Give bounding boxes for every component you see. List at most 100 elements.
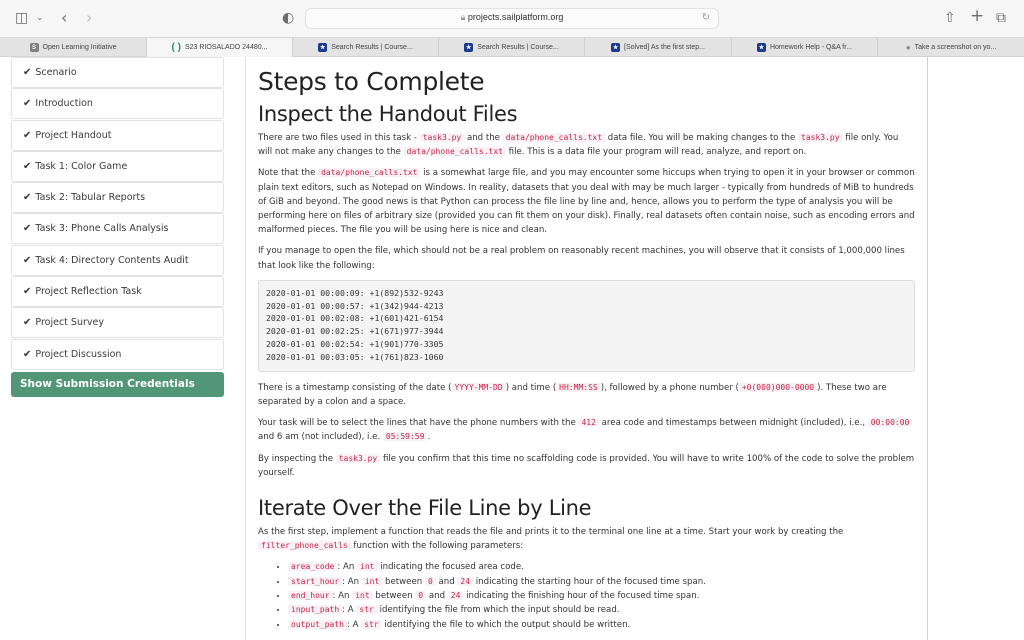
param-name: end_hour [288, 591, 333, 601]
sidebar-item-scenario[interactable]: ✔ Scenario [11, 57, 224, 88]
section-heading-iterate: Iterate Over the File Line by Line [258, 496, 592, 521]
sidebar-item-survey[interactable]: ✔ Project Survey [11, 307, 224, 339]
lock-icon: 🔒︎ [460, 12, 468, 22]
sidebar-item-label: Project Handout [35, 129, 112, 141]
param-type: str [361, 619, 382, 629]
inline-code: 412 [578, 418, 599, 428]
coursehero-icon: ★ [611, 43, 621, 52]
sidebar-item-label: Task 2: Tabular Reports [35, 192, 146, 204]
section-heading-inspect: Inspect the Handout Files [258, 102, 518, 126]
tab-solved[interactable]: ★ [Solved] As the first step... [585, 38, 732, 57]
sidebar-item-reflection[interactable]: ✔ Project Reflection Task [11, 276, 224, 308]
code-line: 2020-01-01 00:02:08: +1(601)421-6154 [266, 313, 444, 324]
checkmark-icon: ✔ [23, 67, 32, 78]
tab-label: Homework Help - Q&A fr... [769, 44, 853, 51]
back-icon[interactable]: ‹ [61, 9, 67, 27]
sidebar-item-label: Introduction [35, 98, 93, 110]
text: and [435, 576, 458, 587]
sidebar-item-label: Project Discussion [35, 348, 122, 360]
text: : An [337, 562, 358, 573]
tab-label: Search Results | Course... [331, 44, 413, 51]
paragraph-first-step: As the first step, implement a function … [258, 525, 915, 553]
paragraph-files: There are two files used in this task - … [258, 131, 915, 159]
text: indicating the starting hour of the focu… [473, 576, 706, 587]
parameter-list: area_code: An int indicating the focused… [288, 560, 915, 631]
tab-label: Search Results | Course... [477, 44, 559, 51]
text: data file. You will be making changes to… [605, 133, 799, 143]
new-tab-icon[interactable]: + [970, 7, 984, 25]
text: and the [464, 133, 503, 143]
param-type: int [352, 591, 373, 601]
paragraph-timestamp: There is a timestamp consisting of the d… [258, 381, 915, 409]
tab-overview-icon[interactable]: ⧉ [996, 9, 1006, 27]
list-item: input_path: A str identifying the file f… [288, 603, 915, 617]
sidebar-item-discussion[interactable]: ✔ Project Discussion [11, 338, 224, 370]
address-bar[interactable]: 🔒︎ projects.sailplatform.org ↻ [305, 8, 719, 29]
param-type: int [361, 576, 383, 586]
inline-code: +0(000)000-0000 [738, 382, 818, 392]
tab-label: [Solved] As the first step... [624, 44, 705, 51]
param-type: int [357, 562, 378, 572]
coursehero-icon: ★ [756, 43, 766, 52]
text: By inspecting the [258, 453, 336, 464]
list-item: area_code: An int indicating the focused… [288, 560, 915, 574]
tab-screenshot[interactable]: ● Take a screenshot on yo... [878, 38, 1024, 57]
sidebar-item-task3[interactable]: ✔ Task 3: Phone Calls Analysis [11, 213, 224, 245]
main-content: Steps to Complete Inspect the Handout Fi… [245, 57, 928, 640]
inline-code: data/phone_calls.txt [502, 133, 606, 142]
sidebar-item-task4[interactable]: ✔ Task 4: Directory Contents Audit [11, 244, 224, 276]
checkmark-icon: ✔ [23, 192, 32, 204]
inline-code: YYYY-MM-DD [451, 382, 506, 392]
sidebar-item-label: Project Survey [35, 317, 104, 329]
text: between [372, 591, 416, 602]
inline-code: filter_phone_calls [258, 541, 351, 551]
tab-open-learning[interactable]: S Open Learning Initiative [0, 38, 147, 57]
inline-code: task3.py [798, 133, 843, 142]
param-name: start_hour [288, 576, 343, 586]
text: : A [342, 605, 357, 616]
sidebar-item-label: Project Reflection Task [35, 286, 142, 298]
code-line: 2020-01-01 00:00:57: +1(342)944-4213 [266, 300, 444, 311]
privacy-shield-icon[interactable]: ◐ [282, 9, 294, 27]
text: indicating the focused area code. [377, 562, 524, 573]
reload-icon[interactable]: ↻ [702, 12, 710, 23]
list-item: output_path: A str identifying the file … [288, 618, 915, 632]
text: between [382, 576, 425, 587]
text: indicating the finishing hour of the foc… [463, 591, 700, 602]
sidebar-item-project-handout[interactable]: ✔ Project Handout [11, 119, 224, 151]
share-icon[interactable]: ⇧ [944, 9, 956, 27]
sidebar-toggle-icon[interactable]: ◫ [15, 9, 28, 27]
sidebar-item-label: Task 3: Phone Calls Analysis [35, 223, 169, 235]
inline-code: data/phone_calls.txt [318, 168, 421, 178]
text: : An [342, 576, 362, 587]
checkmark-icon: ✔ [23, 286, 32, 298]
tab-riosalado[interactable]: ( ) S23 RIOSALADO 24480... [147, 38, 293, 57]
parenthesis-icon: ( ) [171, 42, 181, 53]
tab-search-results-1[interactable]: ★ Search Results | Course... [293, 38, 439, 57]
text: identifying the file from which the inpu… [376, 605, 620, 616]
text: ), followed by a phone number ( [600, 382, 739, 393]
text: file. This is a data file your program w… [505, 147, 807, 158]
inline-code: data/phone_calls.txt [403, 147, 506, 157]
sidebar-item-introduction[interactable]: ✔ Introduction [11, 88, 224, 120]
tab-search-results-2[interactable]: ★ Search Results | Course... [439, 38, 585, 57]
chevron-down-icon[interactable]: ⌄ [36, 9, 44, 27]
inline-code: 0 [424, 576, 436, 586]
text: function with the following parameters: [350, 541, 524, 552]
inline-code: 05:59:59 [382, 432, 428, 442]
text: There is a timestamp consisting of the d… [258, 382, 452, 393]
tab-homework-help[interactable]: ★ Homework Help - Q&A fr... [732, 38, 878, 57]
text: identifying the file to which the output… [381, 619, 631, 630]
coursehero-icon: ★ [464, 43, 474, 52]
sidebar-item-label: Task 1: Color Game [35, 160, 128, 172]
text: ) and time ( [505, 382, 557, 393]
text: and 6 am (not included), i.e. [258, 432, 383, 443]
forward-icon[interactable]: › [86, 9, 92, 27]
text: Note that the [258, 168, 319, 179]
sidebar-item-task1[interactable]: ✔ Task 1: Color Game [11, 150, 224, 182]
show-credentials-button[interactable]: Show Submission Credentials [11, 371, 224, 397]
list-item: start_hour: An int between 0 and 24 indi… [288, 575, 915, 589]
sidebar-item-task2[interactable]: ✔ Task 2: Tabular Reports [11, 182, 224, 214]
text: is a somewhat large file, and you may en… [258, 168, 915, 236]
inline-code: 00:00:00 [867, 418, 913, 428]
